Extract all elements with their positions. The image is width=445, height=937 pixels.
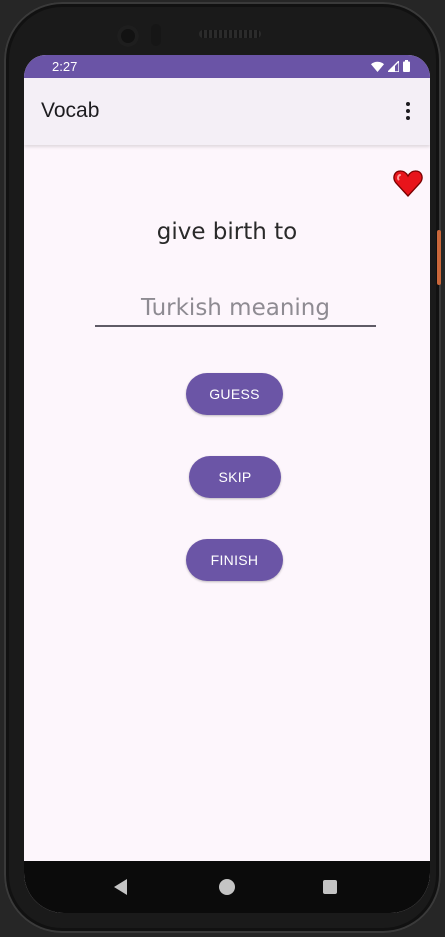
- vocab-word: give birth to: [156, 219, 298, 245]
- guess-button[interactable]: GUESS: [186, 373, 283, 415]
- battery-icon: [403, 60, 410, 72]
- system-nav-bar: [24, 861, 430, 913]
- wifi-icon: [371, 61, 384, 72]
- back-icon[interactable]: [114, 879, 127, 895]
- status-bar: 2:27: [24, 55, 430, 78]
- finish-button[interactable]: FINISH: [186, 539, 283, 581]
- heart-icon: [393, 170, 423, 197]
- power-button[interactable]: [437, 230, 441, 285]
- front-camera: [117, 25, 139, 47]
- app-title: Vocab: [41, 99, 100, 122]
- signal-icon: [388, 60, 399, 72]
- skip-button[interactable]: SKIP: [189, 456, 281, 498]
- status-time: 2:27: [52, 59, 78, 74]
- device-frame: 2:27 Vocab give birth to Turkish meaning…: [4, 2, 441, 933]
- app-screen: 2:27 Vocab give birth to Turkish meaning…: [24, 55, 430, 913]
- status-icons: [371, 60, 410, 72]
- turkish-meaning-input[interactable]: [95, 291, 376, 327]
- earpiece-speaker: [199, 30, 261, 38]
- home-icon[interactable]: [219, 879, 235, 895]
- more-vert-icon[interactable]: [396, 98, 420, 124]
- recents-icon[interactable]: [323, 880, 337, 894]
- proximity-sensor: [151, 24, 161, 46]
- top-app-bar: Vocab: [24, 78, 430, 145]
